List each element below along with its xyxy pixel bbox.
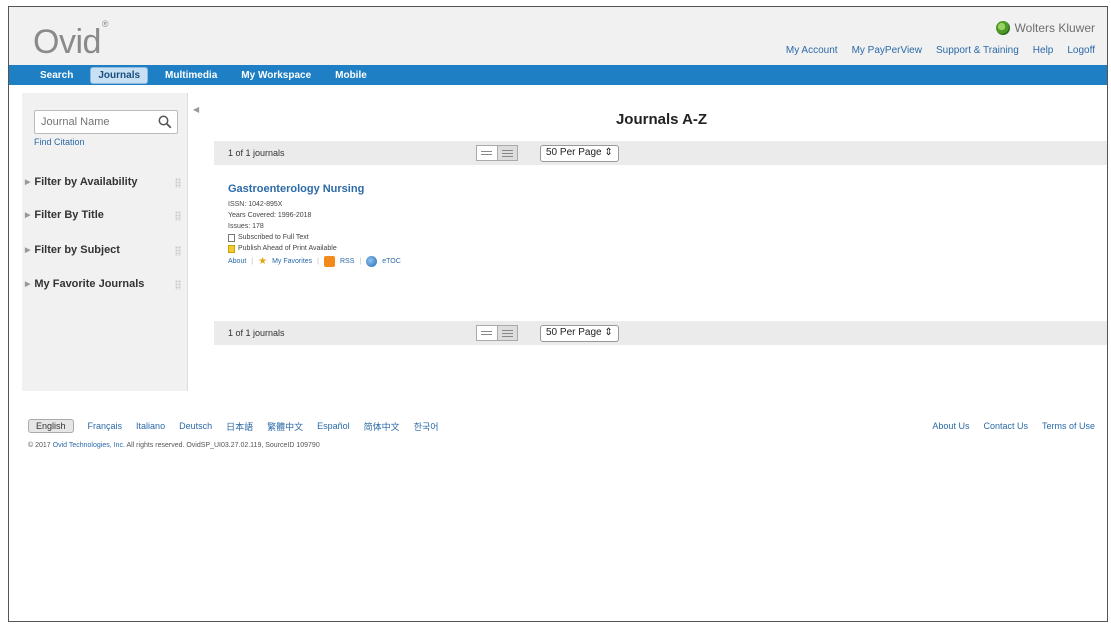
tab-journals[interactable]: Journals: [90, 66, 149, 84]
my-favorites-link[interactable]: My Favorites: [272, 258, 312, 265]
lang-korean[interactable]: 한국어: [414, 420, 439, 433]
rss-link[interactable]: RSS: [340, 258, 354, 265]
brief-view-icon[interactable]: [477, 146, 497, 160]
search-icon[interactable]: [158, 115, 172, 129]
page-title: Journals A-Z: [615, 111, 708, 128]
collapse-sidebar-icon[interactable]: ◀: [193, 105, 202, 117]
etoc-icon[interactable]: [366, 256, 378, 267]
expand-triangle-icon: ▶: [25, 212, 31, 219]
drag-handle-icon[interactable]: [175, 246, 181, 256]
ovid-logo[interactable]: Ovid®: [33, 19, 109, 62]
logo-text: Ovid: [33, 23, 101, 61]
filter-label: Filter By Title: [34, 209, 104, 221]
language-selector: English Français Italiano Deutsch 日本語 繁體…: [28, 419, 439, 433]
view-toggle: [476, 145, 518, 161]
logoff-link[interactable]: Logoff: [1067, 45, 1095, 56]
journal-title-link[interactable]: Gastroenterology Nursing: [228, 183, 401, 195]
subscribed-text: Subscribed to Full Text: [238, 234, 309, 241]
document-icon: [228, 233, 235, 242]
brief-view-icon[interactable]: [477, 326, 497, 340]
journal-name-input[interactable]: [35, 111, 153, 133]
tab-multimedia[interactable]: Multimedia: [158, 68, 224, 83]
my-account-link[interactable]: My Account: [786, 45, 838, 56]
results-bar-bottom: 1 of 1 journals 50 Per Page ⇕: [214, 321, 1107, 345]
journal-search-box: [34, 110, 178, 134]
ahead-text: Publish Ahead of Print Available: [238, 245, 337, 252]
publish-ahead-icon: [228, 244, 235, 253]
top-links: My Account My PayPerView Support & Train…: [786, 45, 1095, 56]
subscribed-status: Subscribed to Full Text: [228, 232, 401, 243]
lang-traditional-chinese[interactable]: 繁體中文: [267, 420, 303, 433]
app-frame: Ovid® Wolters Kluwer My Account My PayPe…: [8, 6, 1108, 622]
filter-label: Filter by Availability: [34, 176, 138, 188]
divider: |: [359, 258, 362, 265]
full-view-icon[interactable]: [496, 146, 517, 160]
about-link[interactable]: About: [228, 258, 246, 265]
tab-my-workspace[interactable]: My Workspace: [234, 68, 318, 83]
tab-mobile[interactable]: Mobile: [328, 68, 374, 83]
terms-of-use-link[interactable]: Terms of Use: [1042, 421, 1095, 431]
filter-label: Filter by Subject: [34, 244, 120, 256]
expand-triangle-icon: ▶: [25, 179, 31, 186]
rss-icon[interactable]: [323, 256, 335, 267]
journal-issn: ISSN: 1042-895X: [228, 201, 283, 208]
filter-my-favorite-journals[interactable]: ▶ My Favorite Journals: [25, 278, 144, 290]
contact-us-link[interactable]: Contact Us: [983, 421, 1028, 431]
drag-handle-icon[interactable]: [175, 178, 181, 188]
drag-handle-icon[interactable]: [175, 280, 181, 290]
journal-issues: Issues: 178: [228, 223, 264, 230]
help-link[interactable]: Help: [1033, 45, 1054, 56]
journal-result: Gastroenterology Nursing ISSN: 1042-895X…: [228, 183, 401, 267]
sidebar: Find Citation ▶ Filter by Availability ▶…: [22, 93, 188, 391]
lang-english[interactable]: English: [28, 419, 74, 433]
lang-simplified-chinese[interactable]: 简体中文: [364, 420, 400, 433]
header: Ovid® Wolters Kluwer My Account My PayPe…: [9, 7, 1107, 65]
journal-years: Years Covered: 1996-2018: [228, 212, 312, 219]
copyright-prefix: © 2017: [28, 442, 51, 449]
wolters-kluwer-logo-icon: [995, 21, 1010, 35]
brand-text: Wolters Kluwer: [1014, 21, 1095, 35]
drag-handle-icon[interactable]: [175, 211, 181, 221]
full-view-icon[interactable]: [496, 326, 517, 340]
copyright: © 2017 Ovid Technologies, Inc. All right…: [28, 442, 320, 449]
copyright-suffix: All rights reserved. OvidSP_UI03.27.02.1…: [126, 442, 320, 449]
lang-deutsch[interactable]: Deutsch: [179, 421, 212, 431]
about-us-link[interactable]: About Us: [932, 421, 969, 431]
per-page-select[interactable]: 50 Per Page ⇕: [540, 325, 619, 342]
footer-links: About Us Contact Us Terms of Use: [932, 421, 1095, 431]
expand-triangle-icon: ▶: [25, 247, 31, 254]
ahead-of-print-status: Publish Ahead of Print Available: [228, 243, 401, 254]
filter-availability[interactable]: ▶ Filter by Availability: [25, 176, 138, 188]
filter-by-title[interactable]: ▶ Filter By Title: [25, 209, 104, 221]
star-icon[interactable]: ★: [258, 256, 267, 267]
lang-espanol[interactable]: Español: [317, 421, 350, 431]
divider: |: [317, 258, 319, 265]
tab-search[interactable]: Search: [33, 68, 80, 83]
view-toggle: [476, 325, 518, 341]
etoc-link[interactable]: eTOC: [382, 258, 401, 265]
main-nav: Search Journals Multimedia My Workspace …: [9, 65, 1107, 85]
per-page-select[interactable]: 50 Per Page ⇕: [540, 145, 619, 162]
lang-italiano[interactable]: Italiano: [136, 421, 165, 431]
lang-japanese[interactable]: 日本語: [226, 420, 253, 433]
logo-registered-mark: ®: [101, 18, 109, 29]
expand-triangle-icon: ▶: [25, 281, 31, 288]
wolters-kluwer-brand[interactable]: Wolters Kluwer: [995, 21, 1095, 35]
results-bar-top: 1 of 1 journals 50 Per Page ⇕: [214, 141, 1107, 165]
result-count: 1 of 1 journals: [228, 328, 285, 338]
lang-francais[interactable]: Français: [88, 421, 123, 431]
journal-actions: About | ★ My Favorites | RSS | eTOC: [228, 256, 401, 267]
result-count: 1 of 1 journals: [228, 148, 285, 158]
filter-label: My Favorite Journals: [34, 278, 145, 290]
filter-by-subject[interactable]: ▶ Filter by Subject: [25, 244, 120, 256]
support-training-link[interactable]: Support & Training: [936, 45, 1019, 56]
ovid-technologies-link[interactable]: Ovid Technologies, Inc.: [53, 442, 125, 449]
divider: |: [251, 258, 254, 265]
find-citation-link[interactable]: Find Citation: [34, 137, 85, 147]
my-payperview-link[interactable]: My PayPerView: [852, 45, 922, 56]
